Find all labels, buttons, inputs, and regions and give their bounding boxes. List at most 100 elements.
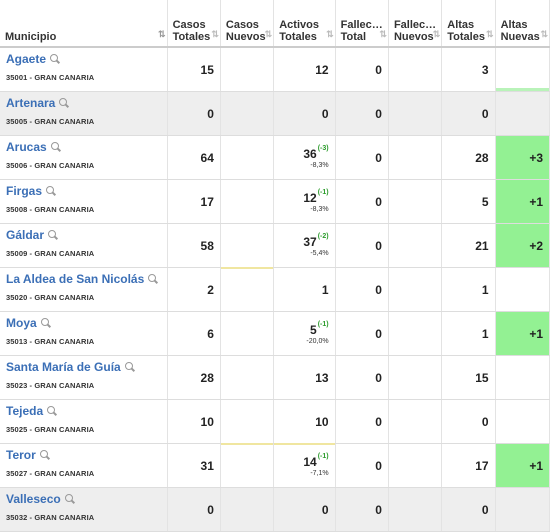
activos-pct: -8,3%	[310, 161, 329, 169]
altas-nuevas-cell: +1	[495, 179, 550, 224]
altas-nuevas-cell	[495, 91, 550, 136]
search-icon[interactable]	[148, 274, 157, 282]
casos-totales-cell: 0	[167, 91, 221, 136]
municipio-code: 35001 - GRAN CANARIA	[6, 73, 95, 82]
sort-icon[interactable]: ⇅	[486, 28, 493, 40]
municipio-link[interactable]: Agaete	[6, 52, 161, 66]
municipio-code: 35006 - GRAN CANARIA	[6, 161, 95, 170]
municipio-link[interactable]: Tejeda	[6, 404, 161, 418]
municipio-cell: Valleseco 35032 - GRAN CANARIA	[0, 487, 168, 532]
casos-nuevos-cell	[220, 135, 275, 180]
altas-totales-cell: 1	[441, 311, 496, 356]
altas-nuevas-cell: +1	[495, 311, 550, 356]
activos-delta: (-1)	[317, 452, 329, 460]
altas-nuevas-value: +1	[529, 326, 543, 341]
municipio-code: 35005 - GRAN CANARIA	[6, 117, 95, 126]
municipio-code: 35013 - GRAN CANARIA	[6, 337, 95, 346]
municipio-link[interactable]: Arucas	[6, 140, 161, 154]
activos-pct: -8,3%	[310, 205, 329, 213]
table-row: Moya 35013 - GRAN CANARIA 6 5(-1) -20,0% 0 1 +1	[0, 311, 550, 356]
sort-icon[interactable]: ⇅	[540, 28, 547, 40]
col-header-fallec-nuevos[interactable]: Fallec… Nuevos ⇅	[388, 0, 443, 48]
municipio-cell: Teror 35027 - GRAN CANARIA	[0, 443, 168, 488]
activos-delta: (-3)	[317, 144, 329, 152]
search-icon[interactable]	[64, 494, 73, 502]
search-icon[interactable]	[48, 230, 57, 238]
altas-nuevas-cell: +2	[495, 223, 550, 268]
casos-totales-cell: 10	[167, 399, 221, 444]
municipio-code: 35027 - GRAN CANARIA	[6, 469, 95, 478]
table-row: Gáldar 35009 - GRAN CANARIA 58 37(-2) -5,4% 0…	[0, 223, 550, 268]
municipio-code: 35032 - GRAN CANARIA	[6, 513, 95, 522]
municipio-link[interactable]: Santa María de Guía	[6, 360, 161, 374]
sort-icon[interactable]: ⇅	[379, 28, 386, 40]
search-icon[interactable]	[40, 318, 49, 326]
municipio-link[interactable]: Gáldar	[6, 228, 161, 242]
altas-nuevas-value: +1	[529, 458, 543, 473]
search-icon[interactable]	[46, 186, 55, 194]
municipio-cell: Santa María de Guía 35023 - GRAN CANARIA	[0, 355, 168, 400]
altas-nuevas-value: +2	[529, 238, 543, 253]
casos-totales-cell: 6	[167, 311, 221, 356]
casos-nuevos-cell	[220, 179, 275, 224]
col-header-altas-totales[interactable]: Altas Totales ⇅	[441, 0, 496, 48]
altas-totales-cell: 15	[441, 355, 496, 400]
search-icon[interactable]	[50, 142, 59, 150]
fallec-total-cell: 0	[335, 355, 389, 400]
fallec-total-cell: 0	[335, 443, 389, 488]
col-header-fallec-total[interactable]: Fallec… Total ⇅	[335, 0, 389, 48]
col-header-activos-totales[interactable]: Activos Totales ⇅	[273, 0, 336, 48]
search-icon[interactable]	[124, 362, 133, 370]
municipio-link[interactable]: Artenara	[6, 96, 161, 110]
municipio-cell: Tejeda 35025 - GRAN CANARIA	[0, 399, 168, 444]
activos-value: 37	[303, 234, 317, 249]
search-icon[interactable]	[59, 98, 68, 106]
table-row: Tejeda 35025 - GRAN CANARIA 10 10 0 0	[0, 399, 550, 444]
municipio-cell: Moya 35013 - GRAN CANARIA	[0, 311, 168, 356]
col-header-municipio[interactable]: Municipio ⇅	[0, 0, 168, 48]
sort-icon[interactable]: ⇅	[326, 28, 333, 40]
altas-totales-cell: 28	[441, 135, 496, 180]
fallec-total-cell: 0	[335, 487, 389, 532]
casos-nuevos-cell	[220, 223, 275, 268]
municipio-link[interactable]: Moya	[6, 316, 161, 330]
col-header-casos-nuevos[interactable]: Casos Nuevos ⇅	[220, 0, 275, 48]
sort-icon[interactable]: ⇅	[265, 28, 272, 40]
table-row: Santa María de Guía 35023 - GRAN CANARIA 2…	[0, 355, 550, 400]
altas-nuevas-cell: +1	[495, 443, 550, 488]
municipio-cell: Firgas 35008 - GRAN CANARIA	[0, 179, 168, 224]
municipio-cell: La Aldea de San Nicolás 35020 - GRAN CANA…	[0, 267, 168, 312]
activos-totales-cell: 5(-1) -20,0%	[273, 311, 336, 356]
fallec-nuevos-cell	[388, 179, 443, 224]
activos-delta: (-1)	[317, 188, 329, 196]
fallec-total-cell: 0	[335, 399, 389, 444]
municipio-link[interactable]: Firgas	[6, 184, 161, 198]
sort-icon[interactable]: ⇅	[158, 28, 165, 40]
header-row: Municipio ⇅ Casos Totales ⇅ Casos Nuevos ⇅ …	[0, 0, 550, 48]
sort-icon[interactable]: ⇅	[433, 28, 440, 40]
col-header-casos-totales[interactable]: Casos Totales ⇅	[167, 0, 221, 48]
municipio-link[interactable]: Valleseco	[6, 492, 161, 506]
search-icon[interactable]	[47, 406, 56, 414]
activos-totales-cell: 0	[273, 91, 336, 136]
casos-totales-cell: 2	[167, 267, 221, 312]
activos-value: 10	[315, 414, 329, 429]
activos-totales-cell: 12	[273, 47, 336, 92]
casos-nuevos-cell	[220, 47, 275, 92]
casos-totales-cell: 31	[167, 443, 221, 488]
fallec-nuevos-cell	[388, 267, 443, 312]
search-icon[interactable]	[50, 54, 59, 62]
activos-value: 36	[303, 146, 317, 161]
sort-icon[interactable]: ⇅	[211, 28, 218, 40]
casos-totales-cell: 64	[167, 135, 221, 180]
municipio-link[interactable]: La Aldea de San Nicolás	[6, 272, 161, 286]
altas-totales-cell: 0	[441, 91, 496, 136]
col-header-altas-nuevas[interactable]: Altas Nuevas ⇅	[495, 0, 550, 48]
table-row: Valleseco 35032 - GRAN CANARIA 0 0 0 0	[0, 487, 550, 532]
search-icon[interactable]	[39, 450, 48, 458]
municipio-link[interactable]: Teror	[6, 448, 161, 462]
table-row: Teror 35027 - GRAN CANARIA 31 14(-1) -7,1% 0 1…	[0, 442, 550, 488]
altas-nuevas-cell: +3	[495, 135, 550, 180]
municipios-table: Municipio ⇅ Casos Totales ⇅ Casos Nuevos ⇅ …	[0, 0, 550, 532]
casos-nuevos-cell	[220, 91, 275, 136]
